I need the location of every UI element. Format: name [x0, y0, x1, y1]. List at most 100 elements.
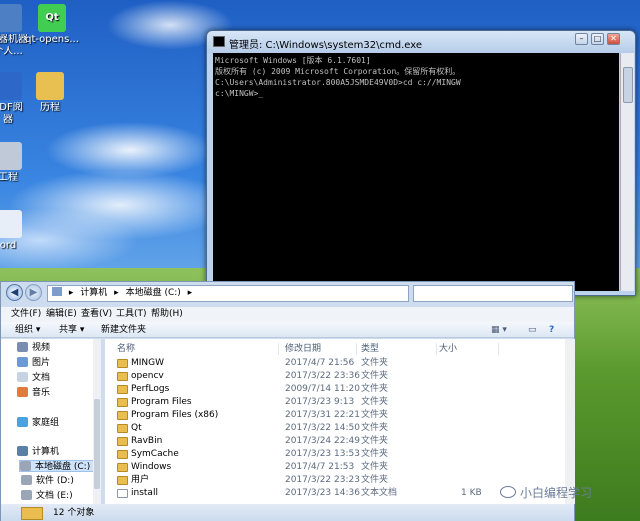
file-date: 2017/3/23 14:36 [285, 488, 360, 498]
console-line: Microsoft Windows [版本 6.1.7601] [215, 56, 371, 65]
file-name: Program Files [131, 397, 192, 407]
view-options-icon[interactable]: ▦ ▾ [491, 322, 507, 338]
folder-icon [117, 450, 128, 459]
document-icon [0, 210, 22, 238]
close-button[interactable]: ✕ [607, 33, 620, 45]
address-bar[interactable]: ▸ 计算机 ▸ 本地磁盘 (C:) ▸ [47, 285, 409, 302]
file-type: 文件夹 [361, 449, 389, 459]
pdf-reader-icon [0, 72, 22, 100]
drive-icon [21, 475, 32, 485]
console-title: 管理员: C:\Windows\system32\cmd.exe [229, 40, 423, 51]
file-row[interactable]: Windows 2017/4/7 21:53 文件夹 [105, 461, 575, 474]
file-row[interactable]: PerfLogs 2009/7/14 11:20 文件夹 [105, 383, 575, 396]
file-date: 2017/3/22 23:36 [285, 371, 360, 381]
file-date: 2017/3/24 22:49 [285, 436, 360, 446]
folder-icon [117, 463, 128, 472]
forward-button[interactable]: ▶ [25, 284, 42, 301]
file-type: 文件夹 [361, 475, 389, 485]
help-icon[interactable]: ? [549, 322, 554, 338]
file-row[interactable]: Program Files 2017/3/23 9:13 文件夹 [105, 396, 575, 409]
file-row[interactable]: MINGW 2017/4/7 21:56 文件夹 [105, 357, 575, 370]
file-type: 文本文档 [361, 488, 398, 498]
folder-icon [117, 437, 128, 446]
breadcrumb-computer[interactable]: 计算机 [80, 288, 107, 298]
desktop-icon-label: 历程 [40, 102, 60, 113]
column-header-name[interactable]: 名称 [117, 343, 279, 355]
desktop-icon-history[interactable]: 历程 [20, 72, 80, 114]
maximize-button[interactable]: □ [591, 33, 604, 45]
console-titlebar[interactable]: 管理员: C:\Windows\system32\cmd.exe – □ ✕ [207, 31, 635, 53]
file-date: 2017/4/7 21:56 [285, 358, 355, 368]
explorer-window[interactable]: ◀ ▶ ▸ 计算机 ▸ 本地磁盘 (C:) ▸ 文件(F) 编辑(E) 查看(V… [0, 281, 575, 521]
console-line: 版权所有 (c) 2009 Microsoft Corporation。保留所有… [215, 67, 461, 76]
breadcrumb-local-disk[interactable]: 本地磁盘 (C:) [126, 288, 181, 298]
file-name: install [131, 488, 158, 498]
menu-file[interactable]: 文件(F) [11, 307, 41, 322]
file-row[interactable]: Program Files (x86) 2017/3/31 22:21 文件夹 [105, 409, 575, 422]
text-file-icon [117, 489, 128, 498]
folder-icon [36, 72, 64, 100]
desktop-icon-project[interactable]: 工程 [0, 142, 38, 184]
file-type: 文件夹 [361, 384, 389, 394]
menu-tools[interactable]: 工具(T) [116, 307, 147, 322]
nav-item-documents[interactable]: 文档 [17, 372, 50, 384]
nav-item-videos[interactable]: 视频 [17, 342, 50, 354]
column-header-date[interactable]: 修改日期 [285, 343, 357, 355]
file-row[interactable]: RavBin 2017/3/24 22:49 文件夹 [105, 435, 575, 448]
file-type: 文件夹 [361, 423, 389, 433]
menu-view[interactable]: 查看(V) [81, 307, 112, 322]
file-name: Qt [131, 423, 142, 433]
scrollbar-thumb[interactable] [623, 67, 633, 103]
navigation-scrollbar[interactable] [93, 339, 101, 504]
column-header-type[interactable]: 类型 [361, 343, 437, 355]
document-library-icon [17, 372, 28, 382]
nav-item-drive-d[interactable]: 软件 (D:) [21, 475, 74, 487]
nav-item-pictures[interactable]: 图片 [17, 357, 50, 369]
nav-item-local-disk-c[interactable]: 本地磁盘 (C:) [19, 460, 96, 472]
nav-item-music[interactable]: 音乐 [17, 387, 50, 399]
share-button[interactable]: 共享 ▾ [59, 322, 84, 338]
console-output[interactable]: Microsoft Windows [版本 6.1.7601] 版权所有 (c) … [213, 53, 619, 291]
scrollbar-thumb[interactable] [94, 399, 100, 489]
preview-pane-icon[interactable]: ▭ [528, 322, 537, 338]
column-header-size[interactable]: 大小 [439, 343, 499, 355]
nav-item-drive-e[interactable]: 文档 (E:) [21, 490, 73, 502]
status-bar: 12 个对象 [1, 504, 574, 521]
file-row[interactable]: Qt 2017/3/22 14:50 文件夹 [105, 422, 575, 435]
folder-icon [117, 411, 128, 420]
organize-button[interactable]: 组织 ▾ [15, 322, 40, 338]
menu-help[interactable]: 帮助(H) [151, 307, 183, 322]
folder-icon [117, 476, 128, 485]
qt-icon: Qt [38, 4, 66, 32]
music-library-icon [17, 387, 28, 397]
file-list-scrollbar[interactable] [565, 339, 575, 504]
desktop-icon-label: 工程 [0, 172, 18, 183]
nav-item-label: 软件 (D:) [36, 476, 74, 486]
menu-edit[interactable]: 编辑(E) [46, 307, 77, 322]
file-name: opencv [131, 371, 164, 381]
console-window[interactable]: 管理员: C:\Windows\system32\cmd.exe – □ ✕ M… [206, 30, 636, 296]
file-name: MINGW [131, 358, 165, 368]
nav-item-computer[interactable]: 计算机 [17, 446, 59, 458]
desktop-icon-word[interactable]: ord [0, 210, 38, 252]
nav-item-label: 文档 [32, 373, 51, 383]
file-name: Windows [131, 462, 172, 472]
navigation-pane: 视频 图片 文档 音乐 家庭组 计算机 本地磁盘 (C:) 软件 (D:) 文档… [1, 339, 101, 504]
search-input[interactable] [413, 285, 573, 302]
nav-item-label: 文档 (E:) [36, 491, 73, 501]
new-folder-button[interactable]: 新建文件夹 [101, 322, 146, 338]
back-button[interactable]: ◀ [6, 284, 23, 301]
file-row[interactable]: SymCache 2017/3/23 13:53 文件夹 [105, 448, 575, 461]
nav-item-label: 视频 [32, 343, 51, 353]
nav-item-label: 计算机 [32, 447, 60, 457]
desktop-icon-label: qt-opens... [25, 34, 79, 45]
file-type: 文件夹 [361, 358, 389, 368]
file-date: 2017/4/7 21:53 [285, 462, 355, 472]
file-type: 文件夹 [361, 397, 389, 407]
console-scrollbar[interactable] [620, 53, 634, 291]
minimize-button[interactable]: – [575, 33, 588, 45]
command-bar: 组织 ▾ 共享 ▾ 新建文件夹 ▦ ▾ ▭ ? [1, 322, 574, 338]
file-row[interactable]: opencv 2017/3/22 23:36 文件夹 [105, 370, 575, 383]
nav-item-homegroup[interactable]: 家庭组 [17, 417, 59, 429]
desktop-icon-qt[interactable]: Qt qt-opens... [22, 4, 82, 46]
